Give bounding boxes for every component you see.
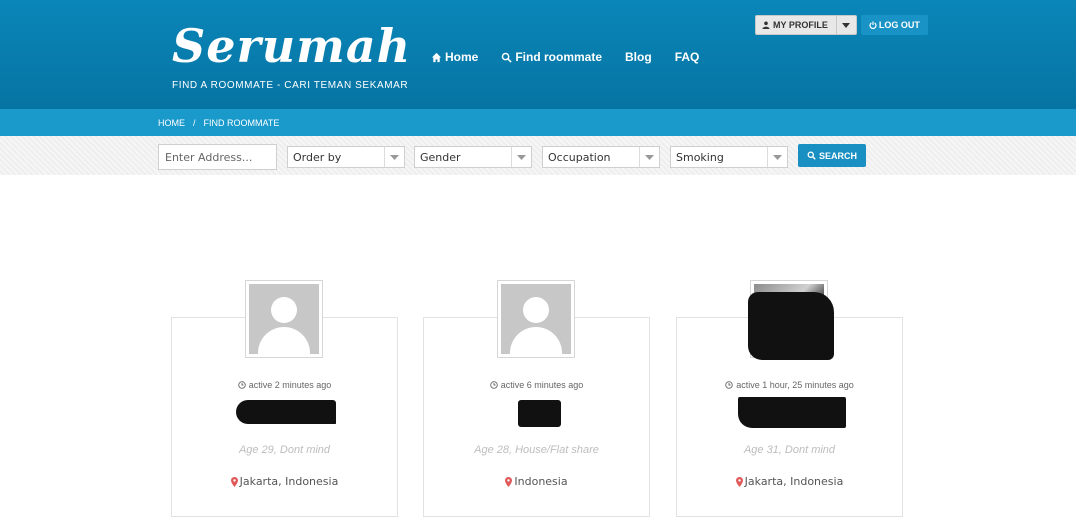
order-by-value: Order by <box>293 150 342 164</box>
active-status-text: active 1 hour, 25 minutes ago <box>736 380 854 390</box>
search-button-label: SEARCH <box>818 150 857 161</box>
default-avatar-icon <box>501 284 571 354</box>
occupation-value: Occupation <box>548 150 611 164</box>
logo[interactable]: Serumah FIND A ROOMMATE - CARI TEMAN SEK… <box>172 16 410 91</box>
clock-icon <box>237 381 246 389</box>
chevron-down-icon <box>767 147 787 167</box>
breadcrumb-bar: HOME / FIND ROOMMATE <box>0 109 1076 136</box>
breadcrumb-home[interactable]: HOME <box>158 118 185 128</box>
map-pin-icon <box>735 476 743 487</box>
logo-text[interactable]: Serumah <box>172 16 410 76</box>
logout-button[interactable]: LOG OUT <box>860 15 928 35</box>
home-icon <box>431 52 442 62</box>
my-profile-label: MY PROFILE <box>773 20 828 30</box>
clock-icon <box>725 381 733 389</box>
nav-blog-label: Blog <box>625 50 652 64</box>
redacted-name <box>236 400 336 424</box>
chevron-down-icon <box>639 147 659 167</box>
occupation-select[interactable]: Occupation <box>542 146 660 168</box>
redacted-photo <box>748 292 834 360</box>
active-status: active 2 minutes ago <box>171 380 398 390</box>
active-status-text: active 6 minutes ago <box>500 380 584 390</box>
search-button[interactable]: SEARCH <box>798 144 866 167</box>
nav-faq[interactable]: FAQ <box>675 50 700 64</box>
profile-meta: Age 28, House/Flat share <box>474 444 599 456</box>
main-nav: Home Find roommate Blog FAQ <box>431 50 699 64</box>
breadcrumb: HOME / FIND ROOMMATE <box>158 118 279 128</box>
default-avatar-icon <box>249 284 319 354</box>
search-icon <box>807 151 816 160</box>
location: Jakarta, Indonesia <box>171 475 398 488</box>
gender-select[interactable]: Gender <box>414 146 532 168</box>
chevron-down-icon <box>384 147 404 167</box>
profile-meta: Age 29, Dont mind <box>238 444 331 456</box>
location: Indonesia <box>423 475 650 488</box>
location-text: Jakarta, Indonesia <box>744 475 844 488</box>
profile-meta: Age 31, Dont mind <box>743 444 836 456</box>
redacted-name <box>518 400 561 427</box>
location-text: Indonesia <box>514 475 568 488</box>
order-by-select[interactable]: Order by <box>287 146 405 168</box>
address-input[interactable] <box>158 144 277 170</box>
avatar[interactable] <box>497 280 575 358</box>
active-status: active 1 hour, 25 minutes ago <box>676 380 903 390</box>
profile-group: MY PROFILE LOG OUT <box>755 15 928 35</box>
map-pin-icon <box>505 476 513 487</box>
nav-home[interactable]: Home <box>431 50 478 64</box>
nav-faq-label: FAQ <box>674 50 700 64</box>
active-status: active 6 minutes ago <box>423 380 650 390</box>
nav-find-roommate-label: Find roommate <box>515 50 603 64</box>
location-text: Jakarta, Indonesia <box>239 475 339 488</box>
my-profile-button[interactable]: MY PROFILE <box>755 15 837 35</box>
nav-find-roommate[interactable]: Find roommate <box>501 50 602 64</box>
user-icon <box>762 21 770 29</box>
location: Jakarta, Indonesia <box>676 475 903 488</box>
redacted-name <box>738 397 846 428</box>
nav-home-label: Home <box>445 50 479 64</box>
clock-icon <box>489 381 498 389</box>
breadcrumb-separator: / <box>193 118 196 128</box>
active-status-text: active 2 minutes ago <box>248 380 332 390</box>
filter-bar: Order by Gender Occupation Smoking SEARC… <box>0 136 1076 175</box>
map-pin-icon <box>230 476 238 487</box>
site-header: Serumah FIND A ROOMMATE - CARI TEMAN SEK… <box>0 0 1076 109</box>
tagline: FIND A ROOMMATE - CARI TEMAN SEKAMAR <box>172 80 409 91</box>
nav-blog[interactable]: Blog <box>625 50 652 64</box>
profile-dropdown-toggle[interactable] <box>836 15 857 35</box>
avatar[interactable] <box>245 280 323 358</box>
caret-down-icon <box>842 22 851 28</box>
logout-label: LOG OUT <box>878 20 920 30</box>
gender-value: Gender <box>420 150 461 164</box>
smoking-select[interactable]: Smoking <box>670 146 788 168</box>
smoking-value: Smoking <box>676 150 724 164</box>
power-icon <box>869 21 877 29</box>
chevron-down-icon <box>511 147 531 167</box>
search-icon <box>502 52 513 63</box>
breadcrumb-current: FIND ROOMMATE <box>203 118 280 128</box>
